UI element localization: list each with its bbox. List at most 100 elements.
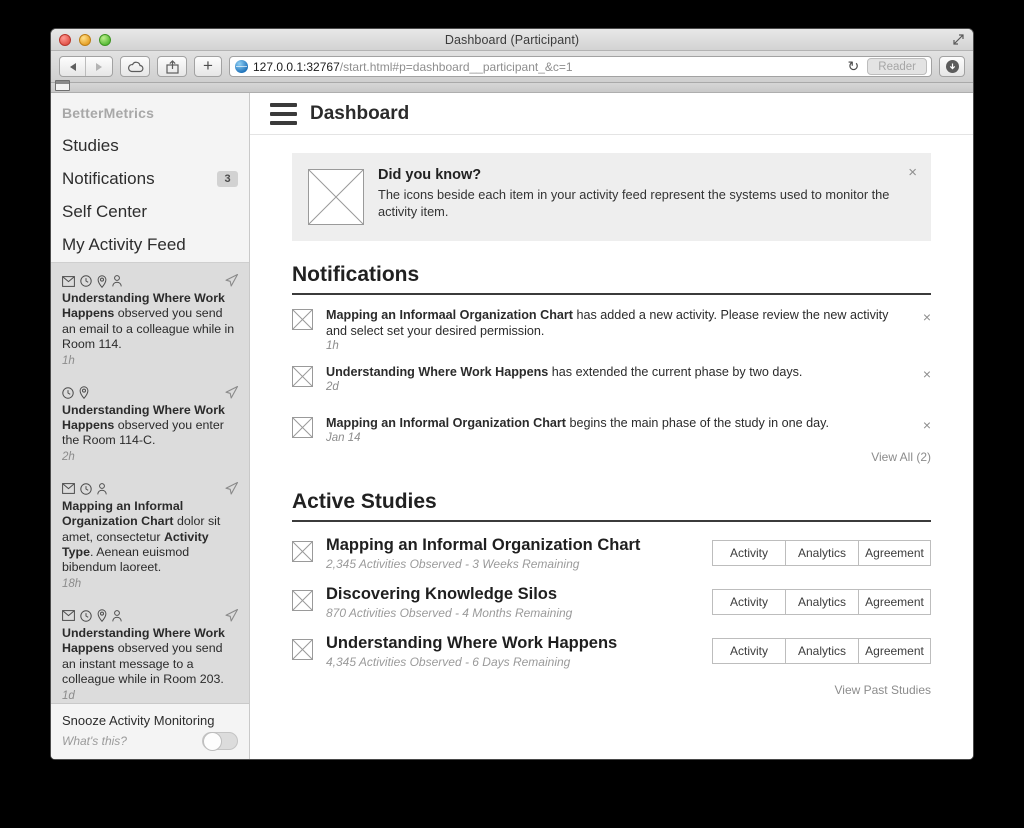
zoom-window-button[interactable] (99, 34, 111, 46)
sidebar-item-my-activity-feed[interactable]: My Activity Feed (51, 229, 249, 262)
icloud-tabs-icon[interactable] (120, 56, 150, 77)
send-icon[interactable] (224, 273, 239, 293)
main-header: Dashboard (250, 93, 973, 135)
reader-button[interactable]: Reader (867, 58, 927, 75)
clock-icon (80, 610, 92, 622)
activity-button[interactable]: Activity (712, 540, 785, 566)
table-row[interactable]: Understanding Where Work Happens has ext… (292, 352, 931, 393)
close-window-button[interactable] (59, 34, 71, 46)
agreement-button[interactable]: Agreement (858, 540, 931, 566)
snooze-toggle[interactable] (202, 732, 238, 751)
dismiss-notification-icon[interactable]: × (923, 366, 931, 382)
notification-study-name: Mapping an Informaal Organization Chart (326, 308, 573, 322)
placeholder-image-icon (308, 169, 364, 225)
person-icon (112, 275, 122, 287)
study-meta: 870 Activities Observed - 4 Months Remai… (326, 606, 573, 620)
main-content: Dashboard Did you know? The icons beside… (250, 93, 973, 759)
analytics-button[interactable]: Analytics (785, 638, 858, 664)
clock-icon (62, 386, 74, 399)
page-body: BetterMetrics Studies Notifications 3 Se… (51, 93, 973, 759)
table-row[interactable]: Mapping an Informaal Organization Chart … (292, 295, 931, 352)
reload-icon[interactable]: ↻ (842, 58, 866, 75)
notification-time: 1h (326, 340, 339, 352)
downloads-button[interactable] (939, 56, 965, 77)
snooze-panel: Snooze Activity Monitoring What's this? (51, 703, 249, 759)
close-icon[interactable]: × (908, 164, 917, 181)
activity-source-icons (62, 609, 238, 623)
banner-body: Did you know? The icons beside each item… (378, 167, 915, 225)
view-all-notifications-link[interactable]: View All (2) (292, 450, 931, 464)
active-studies-section: Active Studies Mapping an Informal Organ… (292, 490, 931, 697)
address-bar[interactable]: 127.0.0.1:32767/start.html#p=dashboard__… (229, 56, 932, 77)
sidebar-item-notifications[interactable]: Notifications 3 (51, 163, 249, 196)
activity-source-icons (62, 274, 238, 288)
study-actions: Activity Analytics Agreement (712, 589, 931, 615)
activity-study-name: Mapping an Informal Organization Chart (62, 498, 184, 529)
location-icon (79, 386, 89, 400)
forward-button[interactable] (86, 57, 112, 76)
placeholder-image-icon (292, 309, 313, 330)
list-item[interactable]: Understanding Where Work Happens observe… (51, 600, 249, 703)
notification-study-name: Understanding Where Work Happens (326, 365, 549, 379)
view-past-studies-link[interactable]: View Past Studies (292, 683, 932, 697)
dismiss-notification-icon[interactable]: × (923, 417, 931, 433)
did-you-know-banner: Did you know? The icons beside each item… (292, 153, 931, 241)
dismiss-notification-icon[interactable]: × (923, 309, 931, 325)
sidebar-item-label: Studies (62, 136, 119, 155)
banner-text: The icons beside each item in your activ… (378, 187, 890, 219)
minimize-window-button[interactable] (79, 34, 91, 46)
placeholder-image-icon (292, 366, 313, 387)
mail-icon (62, 275, 75, 287)
activity-time: 18h (62, 577, 82, 590)
agreement-button[interactable]: Agreement (858, 638, 931, 664)
mail-icon (62, 483, 75, 495)
sidebar-item-self-center[interactable]: Self Center (51, 196, 249, 229)
send-icon[interactable] (224, 385, 239, 405)
whats-this-link[interactable]: What's this? (62, 734, 127, 748)
notification-study-name: Mapping an Informal Organization Chart (326, 416, 566, 430)
table-row[interactable]: Discovering Knowledge Silos 870 Activiti… (292, 571, 931, 620)
table-row[interactable]: Mapping an Informal Organization Chart 2… (292, 522, 931, 571)
clock-icon (80, 275, 92, 287)
content-area: Did you know? The icons beside each item… (250, 135, 973, 697)
agreement-button[interactable]: Agreement (858, 589, 931, 615)
navigation-buttons (59, 56, 113, 77)
notifications-badge: 3 (217, 171, 238, 187)
study-title: Discovering Knowledge Silos (326, 585, 558, 603)
activity-button[interactable]: Activity (712, 589, 785, 615)
banner-title: Did you know? (378, 167, 482, 183)
study-actions: Activity Analytics Agreement (712, 638, 931, 664)
back-button[interactable] (60, 57, 86, 76)
location-icon (97, 274, 107, 288)
share-icon[interactable] (157, 56, 187, 77)
activity-time: 2h (62, 450, 75, 463)
analytics-button[interactable]: Analytics (785, 589, 858, 615)
send-icon[interactable] (224, 481, 239, 501)
list-item[interactable]: Understanding Where Work Happens observe… (51, 265, 249, 377)
new-tab-button[interactable]: + (194, 56, 222, 77)
download-icon (945, 60, 959, 73)
send-icon[interactable] (224, 608, 239, 628)
notifications-section: Notifications Mapping an Informaal Organ… (292, 263, 931, 464)
table-row[interactable]: Understanding Where Work Happens 4,345 A… (292, 620, 931, 669)
analytics-button[interactable]: Analytics (785, 540, 858, 566)
notification-text: Mapping an Informal Organization Chart b… (326, 415, 891, 431)
notification-time: 2d (326, 381, 339, 393)
list-item[interactable]: Mapping an Informal Organization Chart d… (51, 473, 249, 600)
hamburger-menu-icon[interactable] (270, 102, 297, 125)
app-sidebar: BetterMetrics Studies Notifications 3 Se… (51, 93, 250, 759)
clock-icon (80, 483, 92, 495)
fullscreen-icon[interactable] (952, 33, 965, 46)
notification-detail: has extended the current phase by two da… (548, 365, 803, 379)
person-icon (112, 609, 122, 622)
activity-button[interactable]: Activity (712, 638, 785, 664)
sidebar-toggle-icon[interactable] (55, 80, 70, 91)
list-item[interactable]: Understanding Where Work Happens observe… (51, 377, 249, 473)
activity-source-icons (62, 386, 238, 400)
table-row[interactable]: Mapping an Informal Organization Chart b… (292, 393, 931, 444)
notification-body: Mapping an Informal Organization Chart b… (326, 415, 931, 444)
notification-text: Understanding Where Work Happens has ext… (326, 364, 891, 380)
brand-logo: BetterMetrics (62, 105, 155, 121)
notification-detail: begins the main phase of the study in on… (566, 416, 830, 430)
sidebar-item-studies[interactable]: Studies (51, 130, 249, 163)
